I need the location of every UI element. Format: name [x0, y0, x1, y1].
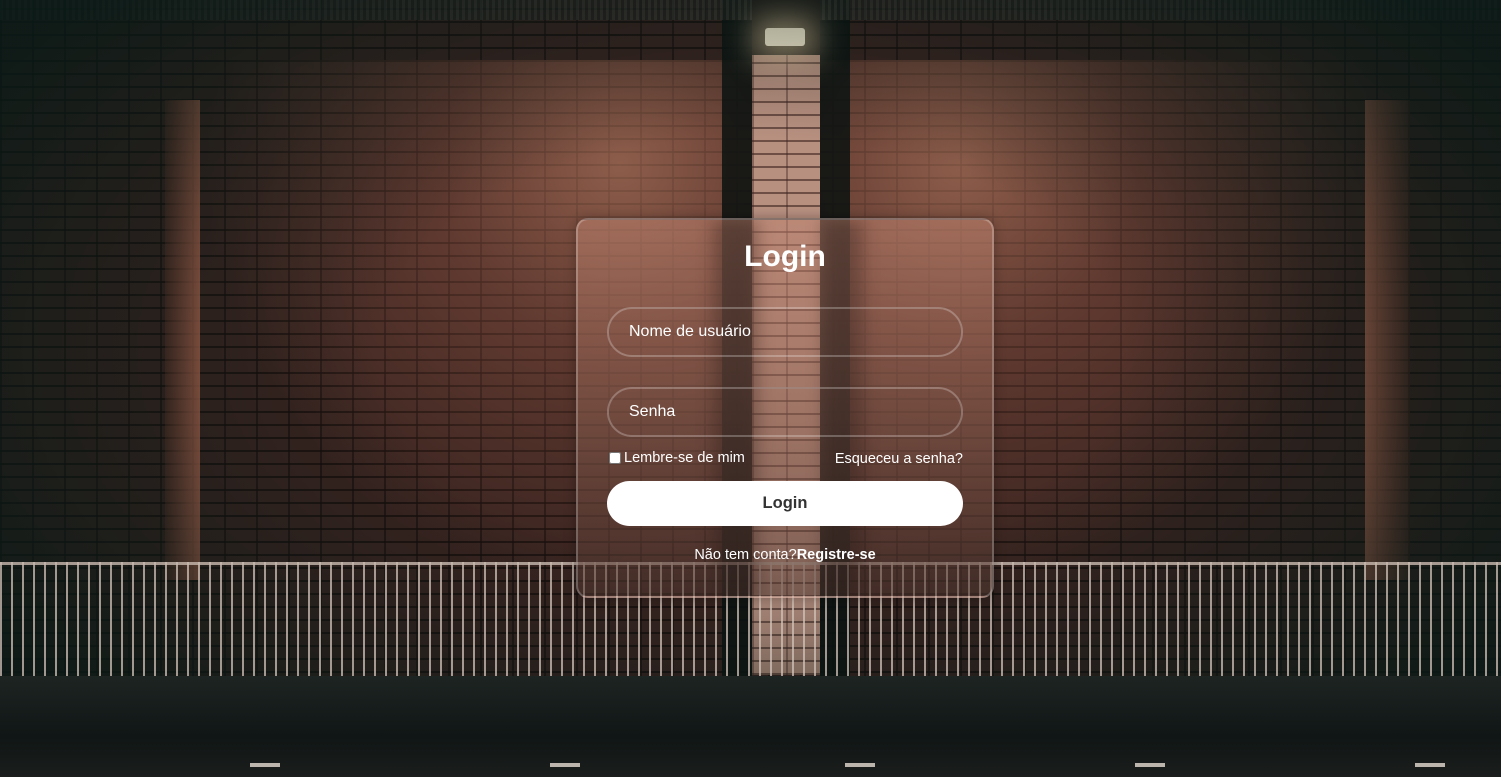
password-field[interactable] — [607, 387, 963, 437]
parking-line — [1135, 763, 1165, 767]
remember-checkbox[interactable] — [609, 452, 621, 464]
remember-me[interactable]: Lembre-se de mim — [609, 450, 745, 466]
parking-line — [550, 763, 580, 767]
register-row: Não tem conta?Registre-se — [578, 547, 992, 563]
login-button[interactable]: Login — [607, 481, 963, 526]
parking-line — [845, 763, 875, 767]
parking-line — [1415, 763, 1445, 767]
parking-line — [250, 763, 280, 767]
register-link[interactable]: Registre-se — [797, 547, 876, 563]
forgot-password-link[interactable]: Esqueceu a senha? — [835, 451, 963, 467]
options-row: Lembre-se de mim Esqueceu a senha? — [609, 450, 963, 470]
register-prompt: Não tem conta? — [694, 547, 797, 563]
password-input[interactable] — [609, 389, 961, 435]
login-card: Login Lembre-se de mim Esqueceu a senha?… — [576, 218, 994, 598]
username-field[interactable] — [607, 307, 963, 357]
login-title: Login — [744, 240, 826, 273]
ground — [0, 676, 1501, 777]
remember-label: Lembre-se de mim — [624, 450, 745, 466]
username-input[interactable] — [609, 309, 961, 355]
